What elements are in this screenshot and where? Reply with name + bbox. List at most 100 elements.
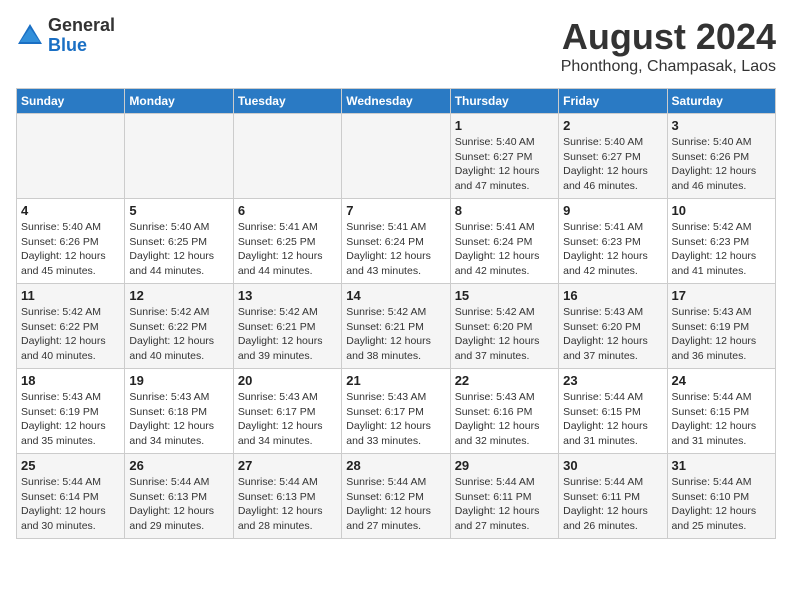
day-number: 28: [346, 458, 445, 473]
table-row: 24Sunrise: 5:44 AM Sunset: 6:15 PM Dayli…: [667, 369, 775, 454]
table-row: 16 Sunrise: 5:43 AM Sunset: 6:20 PM Dayli…: [559, 284, 667, 369]
day-info: Sunrise: 5:40 AM Sunset: 6:25 PM Dayligh…: [129, 220, 228, 279]
header-sunday: Sunday: [17, 89, 125, 114]
table-row: 7 Sunrise: 5:41 AM Sunset: 6:24 PM Daylig…: [342, 199, 450, 284]
day-number: 3: [672, 118, 771, 133]
table-row: 10 Sunrise: 5:42 AM Sunset: 6:23 PM Dayli…: [667, 199, 775, 284]
table-row: 30Sunrise: 5:44 AM Sunset: 6:11 PM Dayli…: [559, 454, 667, 539]
calendar-subtitle: Phonthong, Champasak, Laos: [561, 58, 776, 76]
day-info: Sunrise: 5:41 AM Sunset: 6:24 PM Dayligh…: [455, 220, 554, 279]
table-row: 12Sunrise: 5:42 AM Sunset: 6:22 PM Dayli…: [125, 284, 233, 369]
table-row: 21 Sunrise: 5:43 AM Sunset: 6:17 PM Dayli…: [342, 369, 450, 454]
day-number: 7: [346, 203, 445, 218]
day-number: 18: [21, 373, 120, 388]
day-number: 17: [672, 288, 771, 303]
table-row: 9 Sunrise: 5:41 AM Sunset: 6:23 PM Daylig…: [559, 199, 667, 284]
table-row: 1 Sunrise: 5:40 AM Sunset: 6:27 PM Daylig…: [450, 114, 558, 199]
day-info: Sunrise: 5:44 AM Sunset: 6:11 PM Dayligh…: [455, 475, 554, 534]
logo-icon: [16, 22, 44, 50]
table-row: [233, 114, 341, 199]
table-row: 27 Sunrise: 5:44 AM Sunset: 6:13 PM Dayli…: [233, 454, 341, 539]
table-row: 23 Sunrise: 5:44 AM Sunset: 6:15 PM Dayli…: [559, 369, 667, 454]
table-row: [17, 114, 125, 199]
table-row: 26 Sunrise: 5:44 AM Sunset: 6:13 PM Dayli…: [125, 454, 233, 539]
day-info: Sunrise: 5:42 AM Sunset: 6:21 PM Dayligh…: [238, 305, 337, 364]
table-row: 6 Sunrise: 5:41 AM Sunset: 6:25 PM Daylig…: [233, 199, 341, 284]
day-number: 2: [563, 118, 662, 133]
day-number: 5: [129, 203, 228, 218]
day-number: 13: [238, 288, 337, 303]
day-info: Sunrise: 5:44 AM Sunset: 6:15 PM Dayligh…: [672, 390, 771, 449]
table-row: 13 Sunrise: 5:42 AM Sunset: 6:21 PM Dayli…: [233, 284, 341, 369]
table-row: 14 Sunrise: 5:42 AM Sunset: 6:21 PM Dayli…: [342, 284, 450, 369]
calendar-table: SundayMondayTuesdayWednesdayThursdayFrid…: [16, 88, 776, 539]
header-wednesday: Wednesday: [342, 89, 450, 114]
day-info: Sunrise: 5:43 AM Sunset: 6:19 PM Dayligh…: [672, 305, 771, 364]
day-number: 22: [455, 373, 554, 388]
table-row: 17 Sunrise: 5:43 AM Sunset: 6:19 PM Dayli…: [667, 284, 775, 369]
day-number: 25: [21, 458, 120, 473]
day-number: 27: [238, 458, 337, 473]
header-thursday: Thursday: [450, 89, 558, 114]
day-info: Sunrise: 5:43 AM Sunset: 6:17 PM Dayligh…: [238, 390, 337, 449]
day-number: 29: [455, 458, 554, 473]
table-row: 5 Sunrise: 5:40 AM Sunset: 6:25 PM Daylig…: [125, 199, 233, 284]
day-info: Sunrise: 5:42 AM Sunset: 6:21 PM Dayligh…: [346, 305, 445, 364]
day-info: Sunrise: 5:43 AM Sunset: 6:20 PM Dayligh…: [563, 305, 662, 364]
day-info: Sunrise: 5:44 AM Sunset: 6:12 PM Dayligh…: [346, 475, 445, 534]
table-row: 25 Sunrise: 5:44 AM Sunset: 6:14 PM Dayli…: [17, 454, 125, 539]
day-info: Sunrise: 5:44 AM Sunset: 6:10 PM Dayligh…: [672, 475, 771, 534]
day-info: Sunrise: 5:41 AM Sunset: 6:24 PM Dayligh…: [346, 220, 445, 279]
day-info: Sunrise: 5:42 AM Sunset: 6:23 PM Dayligh…: [672, 220, 771, 279]
table-row: 31 Sunrise: 5:44 AM Sunset: 6:10 PM Dayli…: [667, 454, 775, 539]
day-info: Sunrise: 5:41 AM Sunset: 6:25 PM Dayligh…: [238, 220, 337, 279]
day-info: Sunrise: 5:40 AM Sunset: 6:27 PM Dayligh…: [455, 135, 554, 194]
day-number: 23: [563, 373, 662, 388]
day-info: Sunrise: 5:40 AM Sunset: 6:27 PM Dayligh…: [563, 135, 662, 194]
day-info: Sunrise: 5:44 AM Sunset: 6:15 PM Dayligh…: [563, 390, 662, 449]
day-number: 6: [238, 203, 337, 218]
day-info: Sunrise: 5:43 AM Sunset: 6:19 PM Dayligh…: [21, 390, 120, 449]
calendar-title: August 2024: [561, 16, 776, 58]
day-number: 21: [346, 373, 445, 388]
table-row: 22 Sunrise: 5:43 AM Sunset: 6:16 PM Dayli…: [450, 369, 558, 454]
table-row: 29 Sunrise: 5:44 AM Sunset: 6:11 PM Dayli…: [450, 454, 558, 539]
day-number: 14: [346, 288, 445, 303]
day-number: 31: [672, 458, 771, 473]
day-info: Sunrise: 5:43 AM Sunset: 6:18 PM Dayligh…: [129, 390, 228, 449]
day-info: Sunrise: 5:43 AM Sunset: 6:16 PM Dayligh…: [455, 390, 554, 449]
day-info: Sunrise: 5:44 AM Sunset: 6:11 PM Dayligh…: [563, 475, 662, 534]
table-row: 3 Sunrise: 5:40 AM Sunset: 6:26 PM Daylig…: [667, 114, 775, 199]
day-number: 15: [455, 288, 554, 303]
title-block: August 2024 Phonthong, Champasak, Laos: [561, 16, 776, 76]
table-row: 20 Sunrise: 5:43 AM Sunset: 6:17 PM Dayli…: [233, 369, 341, 454]
table-row: 19 Sunrise: 5:43 AM Sunset: 6:18 PM Dayli…: [125, 369, 233, 454]
table-row: 2 Sunrise: 5:40 AM Sunset: 6:27 PM Daylig…: [559, 114, 667, 199]
logo: General Blue: [16, 16, 115, 56]
day-number: 16: [563, 288, 662, 303]
header-monday: Monday: [125, 89, 233, 114]
day-number: 1: [455, 118, 554, 133]
day-info: Sunrise: 5:41 AM Sunset: 6:23 PM Dayligh…: [563, 220, 662, 279]
table-row: [125, 114, 233, 199]
table-row: [342, 114, 450, 199]
table-row: 4Sunrise: 5:40 AM Sunset: 6:26 PM Daylig…: [17, 199, 125, 284]
day-info: Sunrise: 5:44 AM Sunset: 6:14 PM Dayligh…: [21, 475, 120, 534]
day-number: 19: [129, 373, 228, 388]
day-info: Sunrise: 5:43 AM Sunset: 6:17 PM Dayligh…: [346, 390, 445, 449]
logo-text: General Blue: [48, 16, 115, 56]
day-info: Sunrise: 5:44 AM Sunset: 6:13 PM Dayligh…: [238, 475, 337, 534]
header-tuesday: Tuesday: [233, 89, 341, 114]
table-row: 11Sunrise: 5:42 AM Sunset: 6:22 PM Dayli…: [17, 284, 125, 369]
header: General Blue August 2024 Phonthong, Cham…: [16, 16, 776, 76]
day-number: 26: [129, 458, 228, 473]
day-number: 9: [563, 203, 662, 218]
table-row: 15Sunrise: 5:42 AM Sunset: 6:20 PM Dayli…: [450, 284, 558, 369]
day-number: 8: [455, 203, 554, 218]
day-info: Sunrise: 5:44 AM Sunset: 6:13 PM Dayligh…: [129, 475, 228, 534]
calendar-header: SundayMondayTuesdayWednesdayThursdayFrid…: [17, 89, 776, 114]
day-info: Sunrise: 5:40 AM Sunset: 6:26 PM Dayligh…: [672, 135, 771, 194]
day-number: 10: [672, 203, 771, 218]
day-number: 20: [238, 373, 337, 388]
day-number: 12: [129, 288, 228, 303]
